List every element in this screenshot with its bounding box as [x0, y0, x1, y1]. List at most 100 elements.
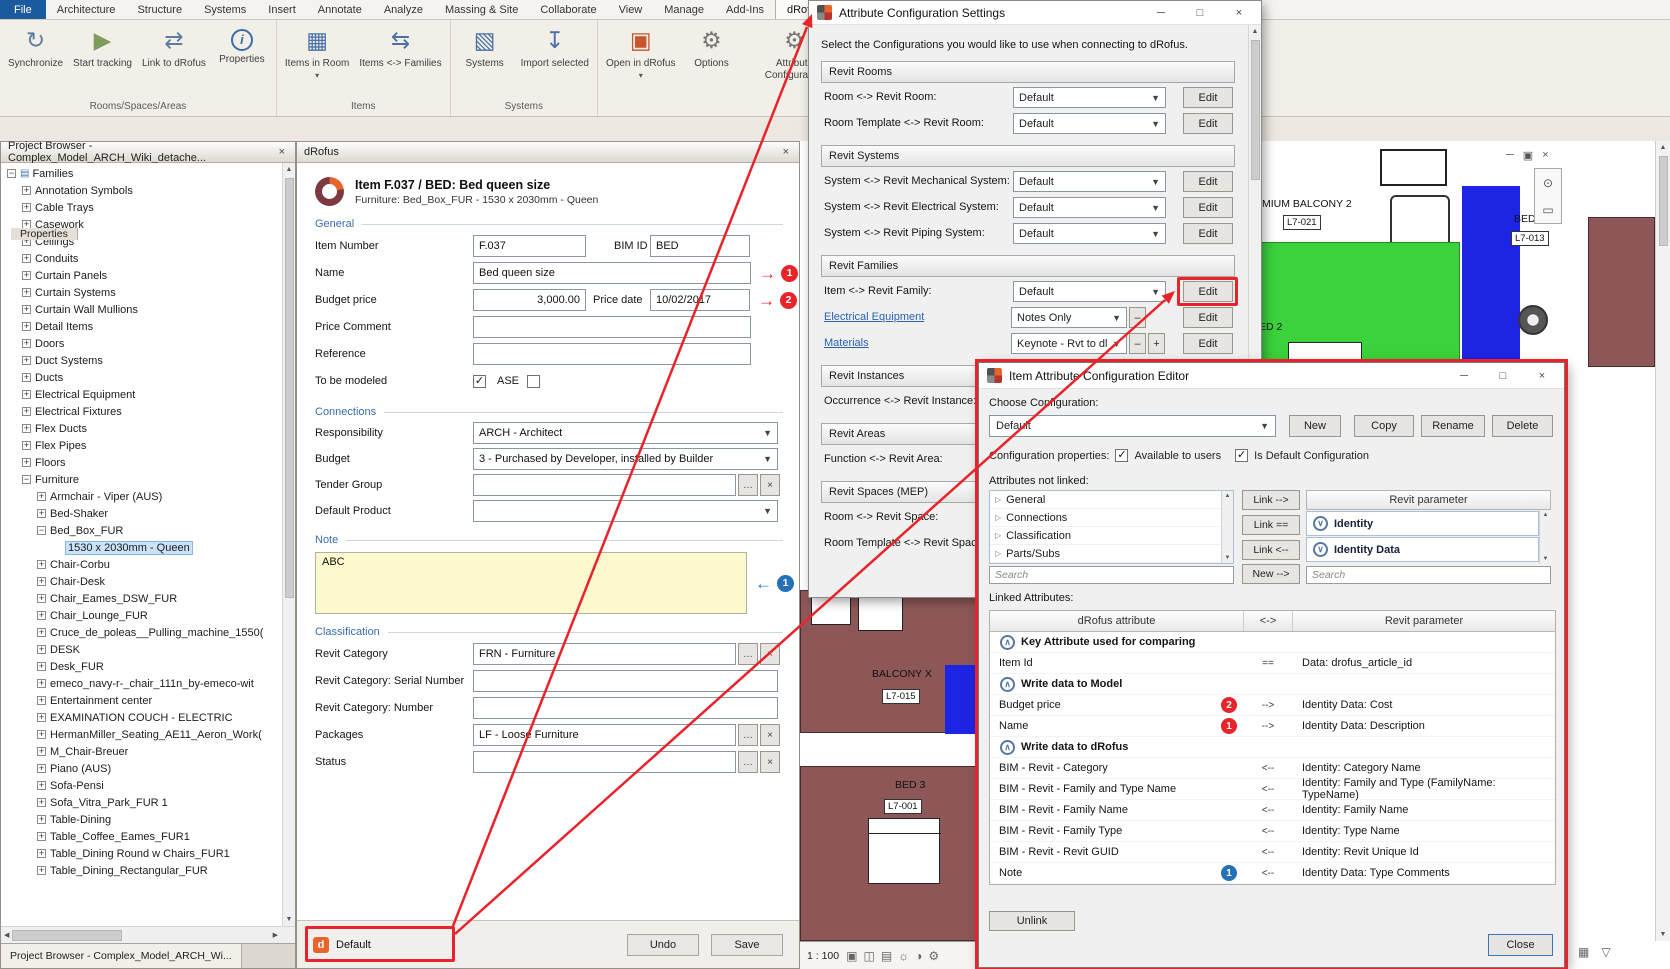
tree-item-armchair-viper-aus[interactable]: +Armchair - Viper (AUS) — [1, 488, 295, 505]
clear-button[interactable]: × — [760, 751, 780, 773]
close-button[interactable]: Close — [1488, 934, 1553, 956]
expand-icon[interactable]: + — [37, 815, 46, 824]
attribute-category-classification[interactable]: ▷Classification — [990, 527, 1221, 545]
filter-icon[interactable]: ▽ — [1601, 945, 1610, 959]
linked-attribute-row[interactable]: Item Id==Data: drofus_article_id — [990, 653, 1555, 674]
expand-icon[interactable]: + — [37, 492, 46, 501]
tab-properties[interactable]: Properties — [11, 228, 78, 240]
scroll-down-icon[interactable]: ▼ — [1225, 555, 1231, 561]
scroll-up-icon[interactable]: ▲ — [1225, 493, 1231, 499]
ribbon-button-systems[interactable]: ▧Systems — [454, 21, 516, 70]
unlink-button[interactable]: Unlink — [989, 911, 1075, 931]
category-number-field[interactable] — [473, 697, 778, 719]
view-control-bar[interactable]: 1 : 100 ▣◫▤☼◑⚙ — [800, 941, 978, 969]
minimize-icon[interactable]: ─ — [1155, 7, 1167, 19]
browse-button[interactable]: … — [738, 751, 758, 773]
linked-attribute-row[interactable]: BIM - Revit - Category<--Identity: Categ… — [990, 758, 1555, 779]
tree-item-duct-systems[interactable]: +Duct Systems — [1, 352, 295, 369]
remove-button[interactable]: – — [1129, 333, 1146, 354]
grid-icon[interactable]: ▦ — [1578, 945, 1589, 959]
tree-item-table-dining[interactable]: +Table-Dining — [1, 811, 295, 828]
to-be-modeled-checkbox[interactable]: ✓ — [473, 375, 486, 388]
scroll-up-icon[interactable]: ▲ — [1660, 141, 1667, 154]
link-button-2[interactable]: Link <-- — [1242, 540, 1300, 560]
save-button[interactable]: Save — [711, 934, 783, 956]
expand-icon[interactable]: + — [22, 339, 31, 348]
tree-item-table-dining-rectangular-fur[interactable]: +Table_Dining_Rectangular_FUR — [1, 862, 295, 879]
scroll-up-icon[interactable]: ▲ — [1252, 25, 1259, 38]
expand-icon[interactable]: + — [22, 373, 31, 382]
collapse-icon[interactable]: − — [22, 475, 31, 484]
expand-icon[interactable]: + — [37, 645, 46, 654]
list-scrollbar[interactable]: ▲▼ — [1539, 510, 1551, 564]
link-button-1[interactable]: Link == — [1242, 515, 1300, 535]
attribute-category-connections[interactable]: ▷Connections — [990, 509, 1221, 527]
ribbon-tab-systems[interactable]: Systems — [193, 0, 257, 19]
ase-checkbox[interactable] — [527, 375, 540, 388]
sun-icon[interactable]: ☼ — [898, 949, 909, 963]
navigation-bar[interactable]: ⊙ ▭ — [1534, 168, 1562, 224]
expand-icon[interactable]: + — [37, 747, 46, 756]
item-number-field[interactable]: F.037 — [473, 235, 586, 257]
pan-icon[interactable]: ▭ — [1542, 203, 1553, 217]
minimize-view-icon[interactable]: ─ — [1506, 149, 1514, 162]
status-field[interactable] — [473, 751, 736, 773]
list-scrollbar[interactable]: ▲▼ — [1221, 491, 1233, 563]
expand-icon[interactable]: + — [22, 186, 31, 195]
tree-item-entertainment-center[interactable]: +Entertainment center — [1, 692, 295, 709]
chevron-up-circle-icon[interactable]: ∧ — [1000, 677, 1015, 692]
expand-icon[interactable]: + — [37, 628, 46, 637]
tree-item-flex-pipes[interactable]: +Flex Pipes — [1, 437, 295, 454]
ribbon-tab-massing-site[interactable]: Massing & Site — [434, 0, 529, 19]
maximize-icon[interactable]: □ — [1497, 370, 1509, 382]
close-view-icon[interactable]: × — [1542, 149, 1548, 162]
tree-item-floors[interactable]: +Floors — [1, 454, 295, 471]
dialog-title-bar[interactable]: Item Attribute Configuration Editor ─ □ … — [979, 363, 1564, 389]
expand-icon[interactable]: + — [37, 611, 46, 620]
status-bar-icons[interactable]: ▦▽ — [1578, 945, 1611, 959]
revit-parameter-column-header[interactable]: Revit parameter — [1306, 490, 1551, 510]
reference-field[interactable] — [473, 343, 751, 365]
column-direction[interactable]: <-> — [1243, 611, 1293, 631]
configuration-dropdown[interactable]: Default▼ — [1013, 113, 1166, 134]
scroll-thumb[interactable] — [285, 178, 294, 598]
packages-field[interactable]: LF - Loose Furniture — [473, 724, 736, 746]
steering-wheel-icon[interactable] — [1518, 305, 1548, 335]
delete-configuration-button[interactable]: Delete — [1492, 415, 1553, 437]
view-scale[interactable]: 1 : 100 — [807, 950, 839, 962]
ribbon-button-synchronize[interactable]: ↻Synchronize — [3, 21, 68, 70]
ribbon-button-link-to-drofus[interactable]: ⇄Link to dRofus — [137, 21, 211, 70]
linked-attribute-row[interactable]: BIM - Revit - Revit GUID<--Identity: Rev… — [990, 842, 1555, 863]
tree-item-cruce-de-poleas-pulling-machine-1550[interactable]: +Cruce_de_poleas__Pulling_machine_1550( — [1, 624, 295, 641]
revit-category-field[interactable]: FRN - Furniture — [473, 643, 736, 665]
ribbon-button-import-selected[interactable]: ↧Import selected — [516, 21, 594, 70]
edit-button[interactable]: Edit — [1183, 281, 1233, 302]
linked-attribute-row[interactable]: BIM - Revit - Family Name<--Identity: Fa… — [990, 800, 1555, 821]
expand-icon[interactable]: + — [22, 322, 31, 331]
tree-item-families[interactable]: −▤Families — [1, 165, 295, 182]
close-icon[interactable]: × — [276, 146, 288, 158]
expand-icon[interactable]: + — [22, 254, 31, 263]
tree-item-ducts[interactable]: +Ducts — [1, 369, 295, 386]
plan-vertical-scrollbar[interactable]: ▲ ▼ — [1655, 141, 1670, 941]
tree-item-flex-ducts[interactable]: +Flex Ducts — [1, 420, 295, 437]
maximize-icon[interactable]: □ — [1194, 7, 1206, 19]
expand-icon[interactable]: + — [37, 730, 46, 739]
tree-item-sofa-vitra-park-fur-1[interactable]: +Sofa_Vitra_Park_FUR 1 — [1, 794, 295, 811]
tree-item-bed-shaker[interactable]: +Bed-Shaker — [1, 505, 295, 522]
expand-icon[interactable]: + — [37, 560, 46, 569]
expand-icon[interactable]: + — [37, 713, 46, 722]
drofus-panel-header[interactable]: dRofus × — [297, 142, 799, 163]
expand-icon[interactable]: + — [22, 441, 31, 450]
ribbon-button-start-tracking[interactable]: ▶Start tracking — [68, 21, 137, 70]
tender-group-field[interactable] — [473, 474, 736, 496]
scroll-down-icon[interactable]: ▼ — [1660, 928, 1667, 941]
expand-icon[interactable]: + — [22, 203, 31, 212]
tree-item-piano-aus[interactable]: +Piano (AUS) — [1, 760, 295, 777]
minimize-icon[interactable]: ─ — [1458, 370, 1470, 382]
ribbon-tab-annotate[interactable]: Annotate — [307, 0, 373, 19]
gear-icon[interactable]: ⚙ — [928, 949, 939, 963]
expand-icon[interactable]: + — [37, 577, 46, 586]
bim-id-field[interactable]: BED — [650, 235, 750, 257]
configuration-dropdown[interactable]: Default▼ — [989, 415, 1276, 437]
